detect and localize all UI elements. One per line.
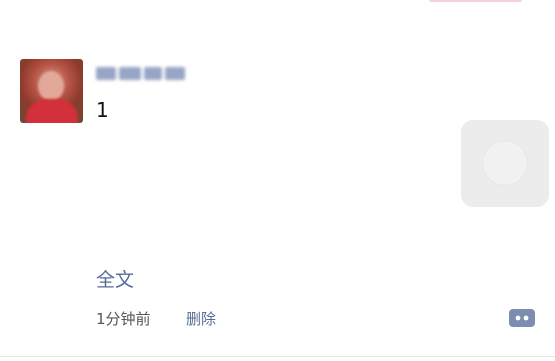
post-time: 1分钟前 xyxy=(96,310,151,328)
username-blurred[interactable] xyxy=(96,62,188,84)
delete-link[interactable]: 删除 xyxy=(186,310,216,328)
image-placeholder-icon[interactable] xyxy=(461,120,549,207)
divider xyxy=(0,356,555,357)
avatar[interactable] xyxy=(20,59,83,123)
top-partial-element xyxy=(428,0,523,2)
full-text-link[interactable]: 全文 xyxy=(96,269,134,291)
post-text: 1 xyxy=(96,98,109,122)
comment-more-icon[interactable] xyxy=(509,307,535,329)
